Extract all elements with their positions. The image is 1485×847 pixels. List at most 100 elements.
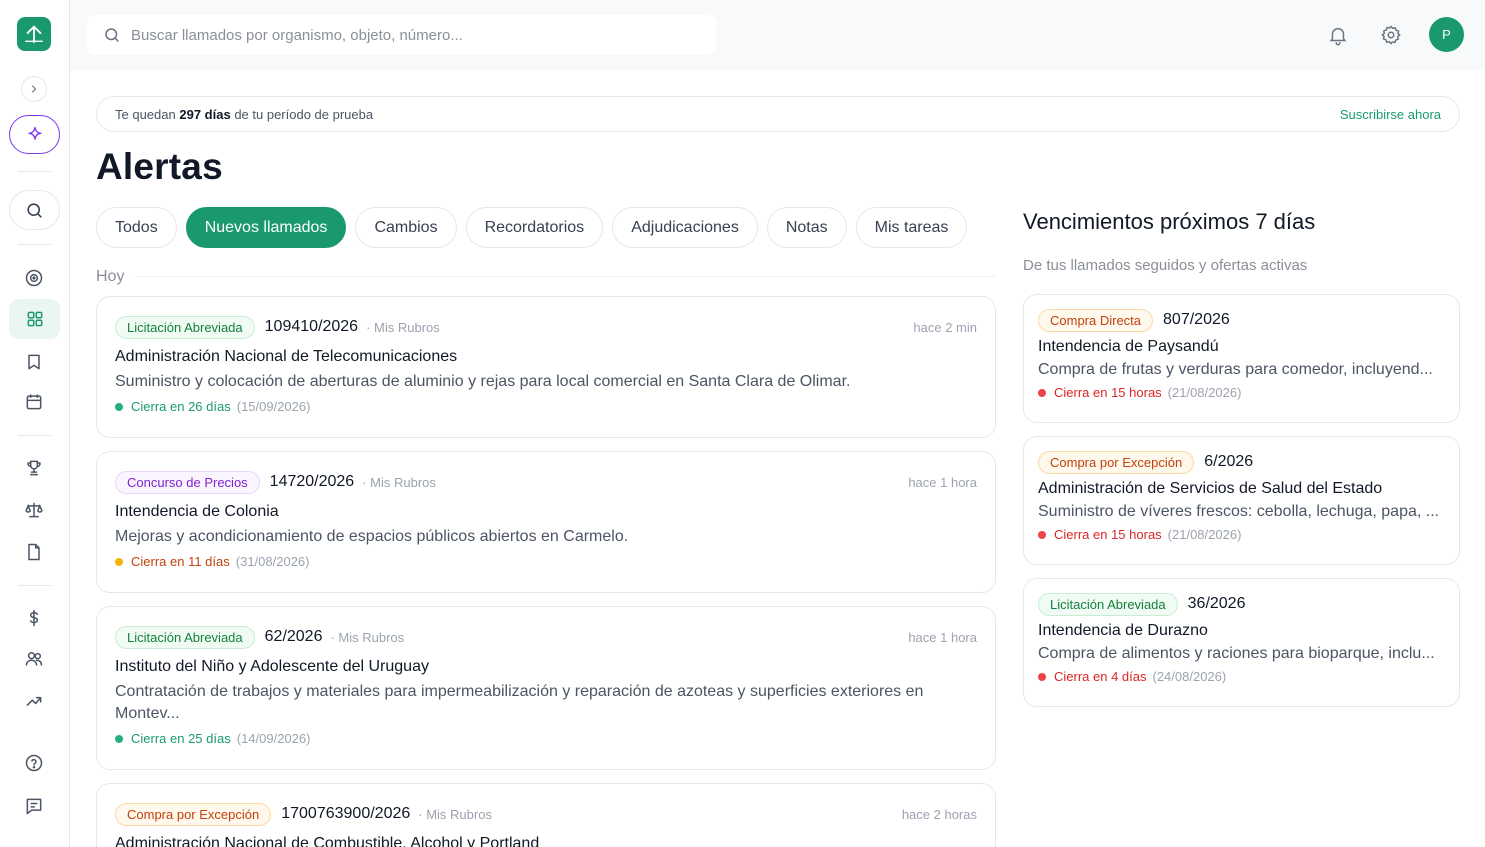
sidebar-search-button[interactable]	[9, 190, 60, 230]
closing-date: (24/08/2026)	[1152, 669, 1227, 684]
call-number: 14720/2026	[269, 473, 355, 490]
rubro-tag: · Mis Rubros	[362, 474, 436, 490]
sidebar-divider	[18, 585, 51, 586]
search-icon	[27, 202, 42, 218]
sidebar-item-alerts[interactable]	[9, 299, 60, 339]
call-number: 109410/2026	[264, 318, 359, 335]
subscribe-link[interactable]: Suscribirse ahora	[1340, 107, 1441, 122]
tab-adjudicaciones[interactable]: Adjudicaciones	[612, 207, 758, 248]
closing-text: Cierra en 4 días	[1054, 669, 1147, 684]
alert-card[interactable]: Licitación Abreviada 62/2026 · Mis Rubro…	[96, 606, 996, 770]
sparkle-icon[interactable]	[9, 115, 60, 154]
organization: Administración de Servicios de Salud del…	[1038, 480, 1383, 497]
closing-text: Cierra en 15 horas	[1054, 527, 1162, 542]
call-number: 6/2026	[1204, 453, 1254, 470]
call-number: 36/2026	[1187, 595, 1246, 612]
call-number: 1700763900/2026	[281, 805, 411, 822]
sidebar-item-pricing[interactable]	[15, 599, 53, 637]
sidebar-item-competitors[interactable]	[15, 640, 53, 678]
status-dot	[115, 557, 123, 566]
file-icon	[28, 543, 40, 561]
rubro-tag: · Mis Rubros	[330, 629, 405, 645]
closing-text: Cierra en 25 días	[131, 731, 231, 746]
trial-banner: Te quedan 297 días de tu período de prue…	[96, 96, 1460, 132]
closing-date: (15/09/2026)	[236, 399, 311, 414]
upcoming-card[interactable]: Compra por Excepción 6/2026 Administraci…	[1023, 436, 1460, 565]
organization: Intendencia de Colonia	[115, 503, 279, 520]
search-icon	[105, 28, 119, 42]
organization: Administración Nacional de Combustible, …	[115, 835, 540, 847]
rubro-tag: · Mis Rubros	[418, 806, 492, 822]
sidebar-item-documents[interactable]	[15, 533, 53, 571]
alert-card[interactable]: Concurso de Precios 14720/2026 · Mis Rub…	[96, 451, 996, 593]
tab-cambios[interactable]: Cambios	[355, 207, 457, 248]
group-label-today: Hoy	[96, 268, 125, 285]
tab-mis-tareas[interactable]: Mis tareas	[855, 207, 968, 248]
procedure-type-badge: Concurso de Precios	[115, 470, 260, 494]
organization: Instituto del Niño y Adolescente del Uru…	[115, 658, 429, 675]
chevron-right-icon[interactable]	[21, 76, 47, 102]
trial-suffix: de tu período de prueba	[234, 106, 374, 122]
description: Suministro y colocación de aberturas de …	[115, 373, 851, 390]
alert-card[interactable]: Licitación Abreviada 109410/2026 · Mis R…	[96, 296, 996, 438]
sidebar-divider	[18, 435, 51, 436]
sidebar-divider	[18, 244, 51, 245]
description: Mejoras y acondicionamiento de espacios …	[115, 528, 629, 545]
help-icon	[25, 754, 43, 772]
status-dot	[1038, 530, 1046, 539]
tab-recordatorios[interactable]: Recordatorios	[465, 207, 604, 248]
sidebar-item-radar[interactable]	[15, 259, 53, 297]
alert-card[interactable]: Compra por Excepción 1700763900/2026 · M…	[96, 783, 996, 847]
trial-text: Te quedan 297 días de tu período de prue…	[115, 107, 373, 122]
procedure-type-badge: Licitación Abreviada	[115, 625, 255, 649]
calendar-icon	[26, 394, 42, 410]
sidebar-divider	[18, 171, 51, 172]
rubro-tag: · Mis Rubros	[366, 319, 440, 335]
organization: Intendencia de Durazno	[1038, 622, 1208, 639]
filter-tabs: Todos Nuevos llamados Cambios Recordator…	[96, 207, 968, 248]
sidebar-item-calendar[interactable]	[15, 383, 53, 421]
timestamp: hace 1 hora	[908, 629, 977, 645]
grid-icon	[27, 311, 42, 327]
sidebar-item-legal[interactable]	[15, 491, 53, 529]
trial-prefix: Te quedan	[115, 106, 176, 122]
closing-date: (21/08/2026)	[1167, 385, 1242, 400]
tab-todos[interactable]: Todos	[96, 207, 177, 248]
timestamp: hace 1 hora	[908, 474, 977, 490]
description: Compra de alimentos y raciones para biop…	[1038, 645, 1435, 662]
organization: Administración Nacional de Telecomunicac…	[115, 348, 458, 365]
status-dot	[115, 734, 123, 743]
tab-nuevos-llamados[interactable]: Nuevos llamados	[185, 207, 347, 248]
closing-date: (21/08/2026)	[1167, 527, 1242, 542]
search-box[interactable]	[87, 15, 716, 55]
description: Compra de frutas y verduras para comedor…	[1038, 361, 1433, 378]
upcoming-card[interactable]: Licitación Abreviada 36/2026 Intendencia…	[1023, 578, 1460, 707]
procedure-type-badge: Licitación Abreviada	[1038, 592, 1178, 616]
closing-text: Cierra en 26 días	[131, 399, 231, 414]
bell-icon[interactable]	[1325, 22, 1351, 48]
closing-date: (14/09/2026)	[236, 731, 311, 746]
sidebar-item-saved[interactable]	[15, 343, 53, 381]
upcoming-card[interactable]: Compra Directa 807/2026 Intendencia de P…	[1023, 294, 1460, 423]
trial-days: 297 días	[179, 106, 231, 122]
status-dot	[1038, 672, 1046, 681]
procedure-type-badge: Compra por Excepción	[1038, 450, 1195, 474]
tab-notas[interactable]: Notas	[766, 207, 847, 248]
page-title: Alertas	[96, 146, 223, 187]
organization: Intendencia de Paysandú	[1038, 338, 1219, 355]
gear-icon[interactable]	[1378, 22, 1404, 48]
search-input[interactable]	[131, 26, 691, 44]
procedure-type-badge: Licitación Abreviada	[115, 315, 255, 339]
timestamp: hace 2 min	[913, 319, 977, 335]
procedure-type-badge: Compra Directa	[1038, 308, 1154, 332]
trending-up-icon	[26, 696, 42, 706]
sidebar-item-feedback[interactable]	[15, 787, 53, 825]
sidebar-item-help[interactable]	[15, 744, 53, 782]
avatar[interactable]: P	[1429, 17, 1464, 52]
users-icon	[25, 652, 43, 666]
closing-date: (31/08/2026)	[235, 554, 310, 569]
sidebar-item-trends[interactable]	[15, 682, 53, 720]
sidebar-item-awards[interactable]	[15, 449, 53, 487]
logo-icon[interactable]	[17, 17, 51, 51]
upcoming-subtitle: De tus llamados seguidos y ofertas activ…	[1023, 257, 1308, 274]
